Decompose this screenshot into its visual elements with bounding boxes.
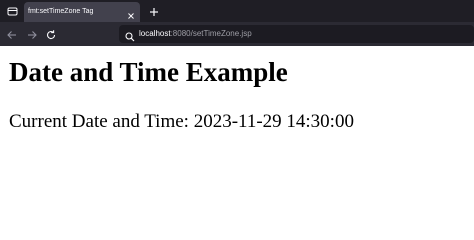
url-text[interactable]: localhost:8080/setTimeZone.jsp bbox=[139, 29, 252, 39]
tab-active[interactable]: fmt:setTimeZone Tag bbox=[24, 2, 140, 22]
navigation-bar: localhost:8080/setTimeZone.jsp bbox=[0, 22, 474, 46]
page-content: Date and Time Example Current Date and T… bbox=[0, 46, 474, 239]
tab-title: fmt:setTimeZone Tag bbox=[28, 8, 94, 15]
browser-window: fmt:setTimeZone Tag localhost:8080/setTi… bbox=[0, 0, 474, 239]
plus-icon[interactable] bbox=[148, 5, 160, 17]
url-host: localhost bbox=[139, 29, 171, 38]
search-icon bbox=[125, 29, 135, 42]
page-title: Date and Time Example bbox=[9, 57, 288, 87]
arrow-right-icon[interactable] bbox=[26, 28, 38, 40]
address-bar[interactable]: localhost:8080/setTimeZone.jsp bbox=[119, 25, 474, 43]
window-menu-icon[interactable] bbox=[4, 3, 20, 19]
current-date-time-text: Current Date and Time: 2023-11-29 14:30:… bbox=[9, 111, 354, 132]
close-icon[interactable] bbox=[126, 8, 136, 19]
tab-strip: fmt:setTimeZone Tag bbox=[0, 0, 474, 22]
url-path: :8080/setTimeZone.jsp bbox=[170, 29, 252, 38]
arrow-left-icon[interactable] bbox=[6, 28, 18, 40]
reload-icon[interactable] bbox=[45, 28, 57, 40]
